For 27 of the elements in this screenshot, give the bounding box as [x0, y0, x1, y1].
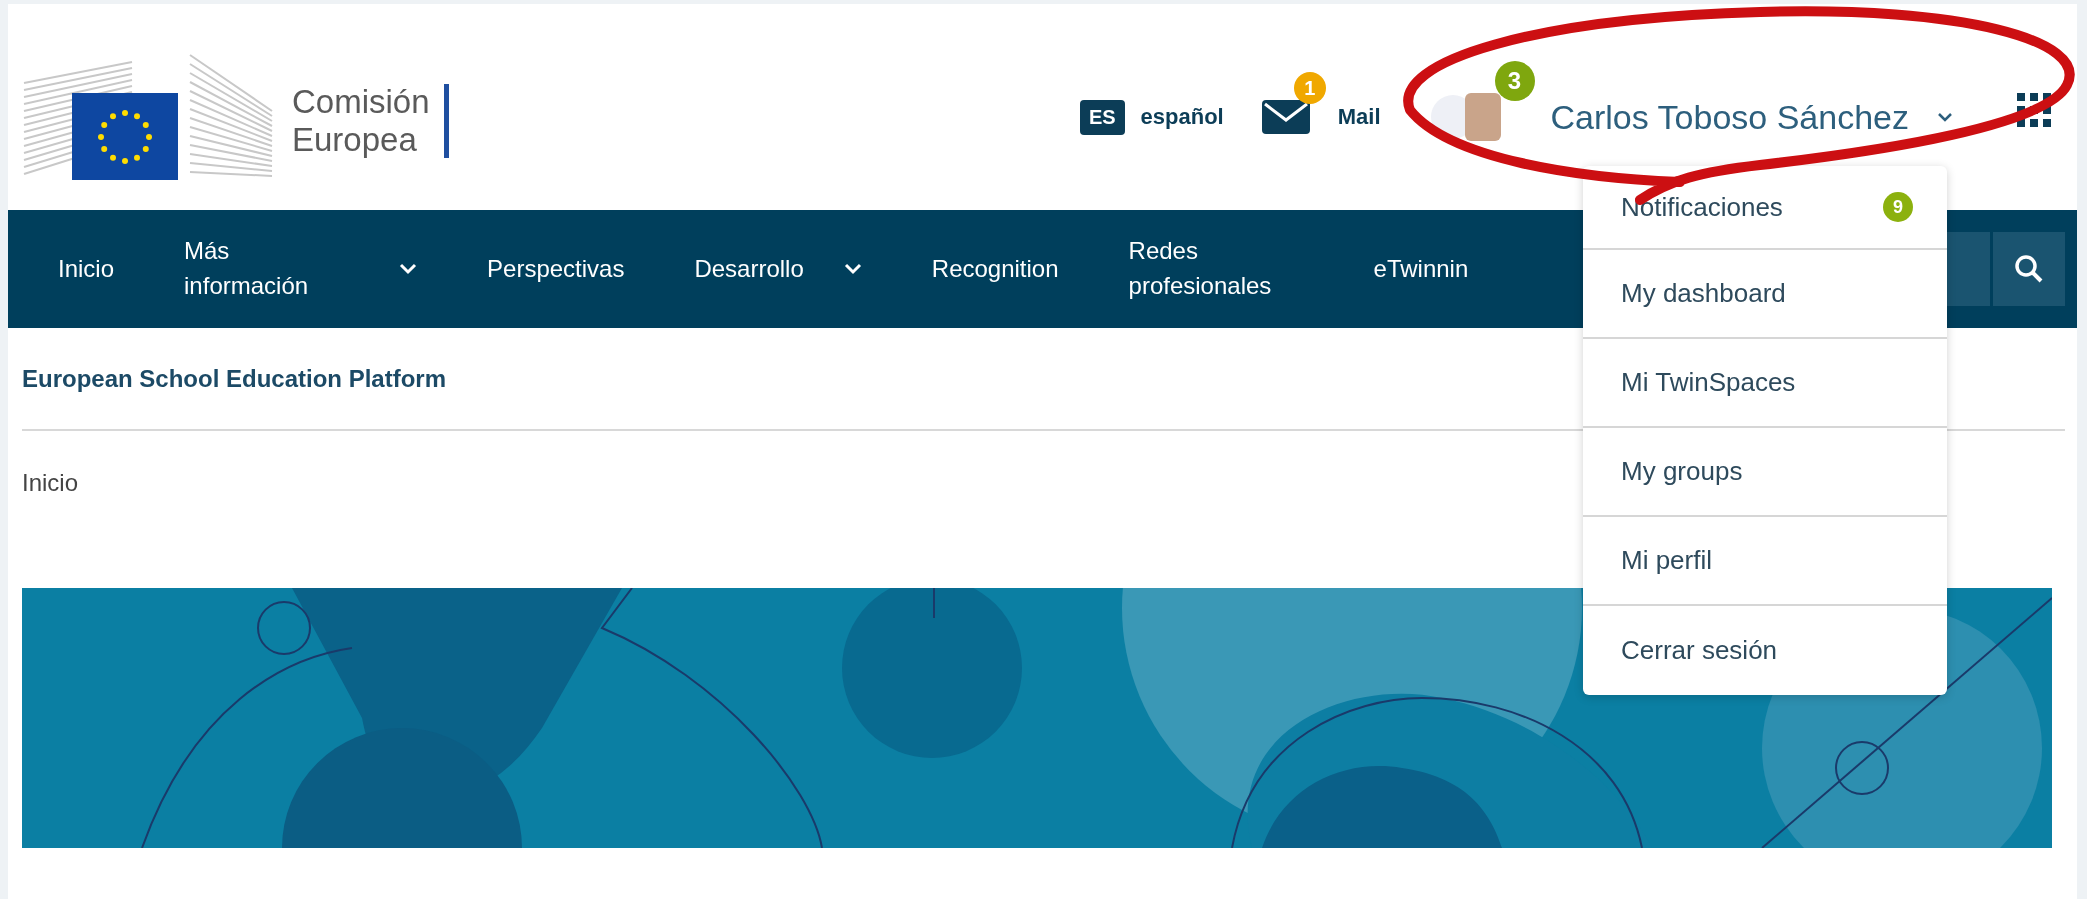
user-menu-toggle[interactable]: Carlos Toboso Sánchez — [1464, 93, 1953, 141]
menu-item[interactable]: Cerrar sesión — [1583, 606, 1947, 695]
language-code-icon: ES — [1079, 99, 1125, 135]
apps-grid-icon[interactable] — [2017, 93, 2051, 127]
count-badge: 9 — [1883, 192, 1913, 222]
menu-item[interactable]: Notificaciones 9 — [1583, 166, 1947, 250]
logo-text: Comisión Europea — [292, 83, 430, 159]
menu-item[interactable]: My groups — [1583, 428, 1947, 517]
menu-item[interactable]: My dashboard — [1583, 250, 1947, 339]
nav-link[interactable]: eTwinnin — [1373, 251, 1469, 287]
nav-link[interactable]: Más información — [184, 234, 418, 304]
avatar-placeholder — [1464, 93, 1501, 141]
nav-link[interactable]: Desarrollo — [694, 251, 862, 287]
search-icon — [2014, 254, 2044, 284]
language-selector[interactable]: ES español — [1079, 99, 1224, 135]
notification-count-badge: 3 — [1494, 61, 1535, 101]
envelope-icon — [1261, 100, 1310, 134]
breadcrumb-link[interactable]: Inicio — [22, 469, 79, 497]
mail-count-badge: 1 — [1293, 72, 1326, 104]
search-button[interactable] — [1993, 232, 2065, 306]
nav-link[interactable]: Recognition — [931, 251, 1059, 287]
nav-link[interactable]: Inicio — [58, 251, 115, 287]
nav-link[interactable]: Redes profesionales — [1128, 234, 1304, 304]
site-title: European School Education Platform — [22, 365, 447, 393]
menu-item[interactable]: Mi perfil — [1583, 517, 1947, 606]
nav-link[interactable]: Perspectivas — [487, 251, 625, 287]
menu-item[interactable]: Mi TwinSpaces — [1583, 339, 1947, 428]
